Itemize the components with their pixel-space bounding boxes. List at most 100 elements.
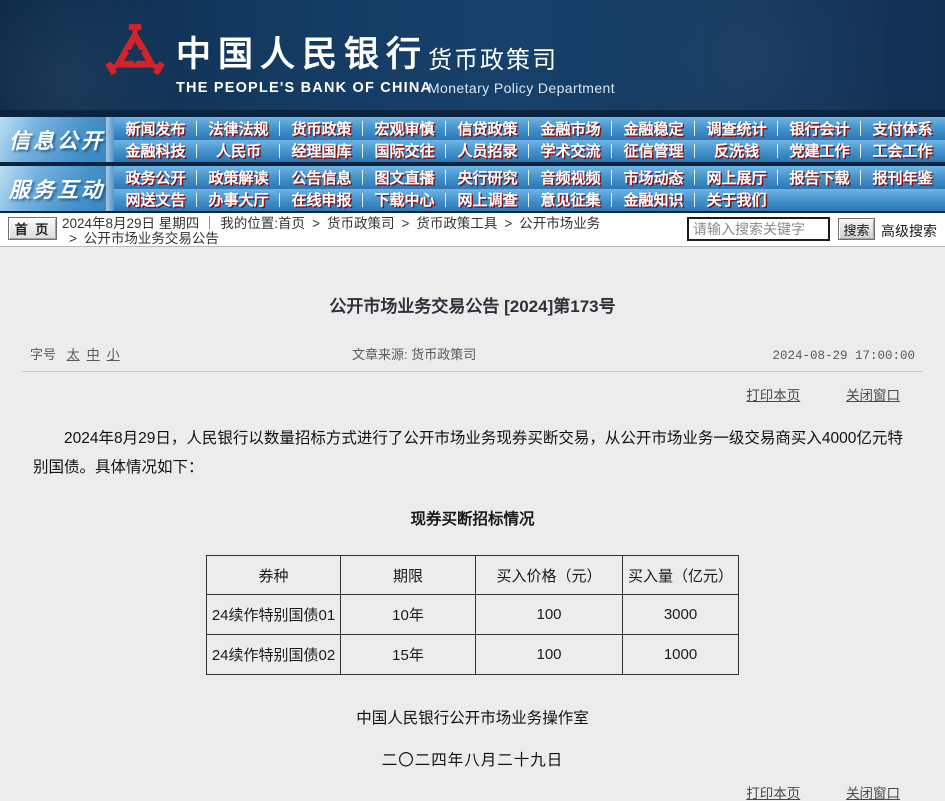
search-button[interactable]: 搜索 xyxy=(838,218,875,240)
nav-item[interactable]: 支付体系 xyxy=(861,117,944,140)
table-cell: 3000 xyxy=(623,595,739,635)
print-link[interactable]: 打印本页 xyxy=(746,388,800,403)
font-size-label: 字号 xyxy=(30,347,56,362)
main-nav: 信息公开新闻发布法律法规货币政策宏观审慎信贷政策金融市场金融稳定调查统计银行会计… xyxy=(0,117,945,211)
table-cell: 24续作特别国债01 xyxy=(207,595,341,635)
print-link[interactable]: 打印本页 xyxy=(746,786,800,801)
breadcrumb-item[interactable]: 公开市场业务交易公告 xyxy=(84,231,219,246)
article-datetime: 2024-08-29 17:00:00 xyxy=(772,349,915,363)
nav-item[interactable]: 调查统计 xyxy=(695,117,778,140)
nav-item[interactable]: 市场动态 xyxy=(612,166,695,189)
close-link[interactable]: 关闭窗口 xyxy=(846,388,900,403)
signature-line: 中国人民银行公开市场业务操作室 xyxy=(0,706,945,728)
nav-row: 政务公开政策解读公告信息图文直播央行研究音频视频市场动态网上展厅报告下载报刊年鉴 xyxy=(114,166,945,189)
table-cell: 1000 xyxy=(623,635,739,675)
font-size-option[interactable]: 小 xyxy=(107,347,120,362)
breadcrumb-bar: 首 页 2024年8月29日 星期四 ｜ 我的位置:首页>货币政策司>货币政策工… xyxy=(0,213,945,247)
nav-item[interactable]: 政务公开 xyxy=(114,166,197,189)
nav-item[interactable]: 工会工作 xyxy=(861,140,944,163)
department-title-block: 货币政策司 Monetary Policy Department xyxy=(428,40,615,96)
page-title: 公开市场业务交易公告 [2024]第173号 xyxy=(0,292,945,317)
nav-item[interactable]: 货币政策 xyxy=(280,117,363,140)
nav-item[interactable]: 报刊年鉴 xyxy=(861,166,944,189)
source-value: 货币政策司 xyxy=(411,347,476,362)
nav-top-strip xyxy=(0,110,945,117)
nav-item[interactable]: 信贷政策 xyxy=(446,117,529,140)
nav-item[interactable]: 音频视频 xyxy=(529,166,612,189)
nav-item[interactable]: 央行研究 xyxy=(446,166,529,189)
pboc-logo-icon xyxy=(104,21,166,94)
breadcrumb-separator: > xyxy=(504,216,512,231)
nav-item[interactable]: 意见征集 xyxy=(529,189,612,212)
nav-item[interactable]: 人员招录 xyxy=(446,140,529,163)
nav-item[interactable]: 网送文告 xyxy=(114,189,197,212)
advanced-search-link[interactable]: 高级搜索 xyxy=(881,221,937,241)
nav-item[interactable]: 宏观审慎 xyxy=(363,117,446,140)
nav-row: 网送文告办事大厅在线申报下载中心网上调查意见征集金融知识关于我们 xyxy=(114,189,945,212)
signature-date: 二〇二四年八月二十九日 xyxy=(0,748,945,770)
home-button[interactable]: 首 页 xyxy=(8,217,57,240)
nav-row: 金融科技人民币经理国库国际交往人员招录学术交流征信管理反洗钱党建工作工会工作 xyxy=(114,140,945,163)
bank-name-cn: 中国人民银行 xyxy=(176,26,432,77)
nav-item[interactable]: 金融知识 xyxy=(612,189,695,212)
font-size-control: 字号 太中小 xyxy=(30,344,352,363)
font-size-option[interactable]: 太 xyxy=(67,347,80,362)
table-cell: 10年 xyxy=(341,595,476,635)
nav-item[interactable]: 反洗钱 xyxy=(695,140,778,163)
font-size-option[interactable]: 中 xyxy=(87,347,100,362)
nav-item[interactable]: 法律法规 xyxy=(197,117,280,140)
nav-item[interactable]: 金融科技 xyxy=(114,140,197,163)
search-input[interactable] xyxy=(687,217,830,241)
breadcrumb-separator: > xyxy=(401,216,409,231)
nav-item[interactable]: 经理国库 xyxy=(280,140,363,163)
nav-item[interactable]: 征信管理 xyxy=(612,140,695,163)
breadcrumb-prefix: 2024年8月29日 星期四 ｜ 我的位置:首页 xyxy=(62,216,305,231)
nav-item[interactable]: 政策解读 xyxy=(197,166,280,189)
table-header-cell: 券种 xyxy=(207,556,341,595)
nav-item[interactable]: 公告信息 xyxy=(280,166,363,189)
nav-item[interactable]: 新闻发布 xyxy=(114,117,197,140)
department-name-cn: 货币政策司 xyxy=(428,40,615,75)
nav-item[interactable]: 在线申报 xyxy=(280,189,363,212)
table-row: 24续作特别国债0215年1001000 xyxy=(207,635,739,675)
source-label: 文章来源: xyxy=(352,347,408,362)
article-source: 文章来源: 货币政策司 xyxy=(352,344,772,363)
table-cell: 24续作特别国债02 xyxy=(207,635,341,675)
article-meta-row: 字号 太中小 文章来源: 货币政策司 2024-08-29 17:00:00 xyxy=(22,344,923,372)
nav-item[interactable]: 关于我们 xyxy=(695,189,778,212)
page: 中国人民银行 THE PEOPLE'S BANK OF CHINA 货币政策司 … xyxy=(0,0,945,801)
nav-section: 服务互动政务公开政策解读公告信息图文直播央行研究音频视频市场动态网上展厅报告下载… xyxy=(0,166,945,211)
nav-item[interactable]: 金融市场 xyxy=(529,117,612,140)
table-title: 现券买断招标情况 xyxy=(0,507,945,529)
article-paragraph: 2024年8月29日，人民银行以数量招标方式进行了公开市场业务现券买断交易，从公… xyxy=(33,424,912,482)
table-cell: 100 xyxy=(476,595,623,635)
nav-item[interactable]: 办事大厅 xyxy=(197,189,280,212)
nav-item[interactable]: 学术交流 xyxy=(529,140,612,163)
nav-item[interactable]: 报告下载 xyxy=(778,166,861,189)
table-header-cell: 买入价格（元） xyxy=(476,556,623,595)
nav-item[interactable]: 网上调查 xyxy=(446,189,529,212)
breadcrumb-item[interactable]: 公开市场业务 xyxy=(519,216,600,231)
nav-item[interactable]: 党建工作 xyxy=(778,140,861,163)
site-header: 中国人民银行 THE PEOPLE'S BANK OF CHINA 货币政策司 … xyxy=(0,0,945,110)
breadcrumb: 2024年8月29日 星期四 ｜ 我的位置:首页>货币政策司>货币政策工具>公开… xyxy=(62,216,618,246)
nav-item[interactable]: 下载中心 xyxy=(363,189,446,212)
bank-name-en: THE PEOPLE'S BANK OF CHINA xyxy=(176,80,432,96)
nav-item[interactable]: 图文直播 xyxy=(363,166,446,189)
table-row: 24续作特别国债0110年1003000 xyxy=(207,595,739,635)
close-link[interactable]: 关闭窗口 xyxy=(846,786,900,801)
breadcrumb-item[interactable]: 货币政策工具 xyxy=(416,216,497,231)
nav-item[interactable]: 金融稳定 xyxy=(612,117,695,140)
nav-section-label: 信息公开 xyxy=(0,117,114,162)
nav-item[interactable]: 银行会计 xyxy=(778,117,861,140)
department-name-en: Monetary Policy Department xyxy=(428,80,615,96)
nav-item[interactable]: 网上展厅 xyxy=(695,166,778,189)
bond-auction-table: 券种期限买入价格（元）买入量（亿元）24续作特别国债0110年100300024… xyxy=(206,555,739,675)
breadcrumb-separator: > xyxy=(312,216,320,231)
breadcrumb-separator: > xyxy=(69,231,77,246)
table-header-cell: 买入量（亿元） xyxy=(623,556,739,595)
nav-item[interactable]: 人民币 xyxy=(197,140,280,163)
breadcrumb-item[interactable]: 货币政策司 xyxy=(327,216,395,231)
nav-item[interactable]: 国际交往 xyxy=(363,140,446,163)
table-cell: 100 xyxy=(476,635,623,675)
